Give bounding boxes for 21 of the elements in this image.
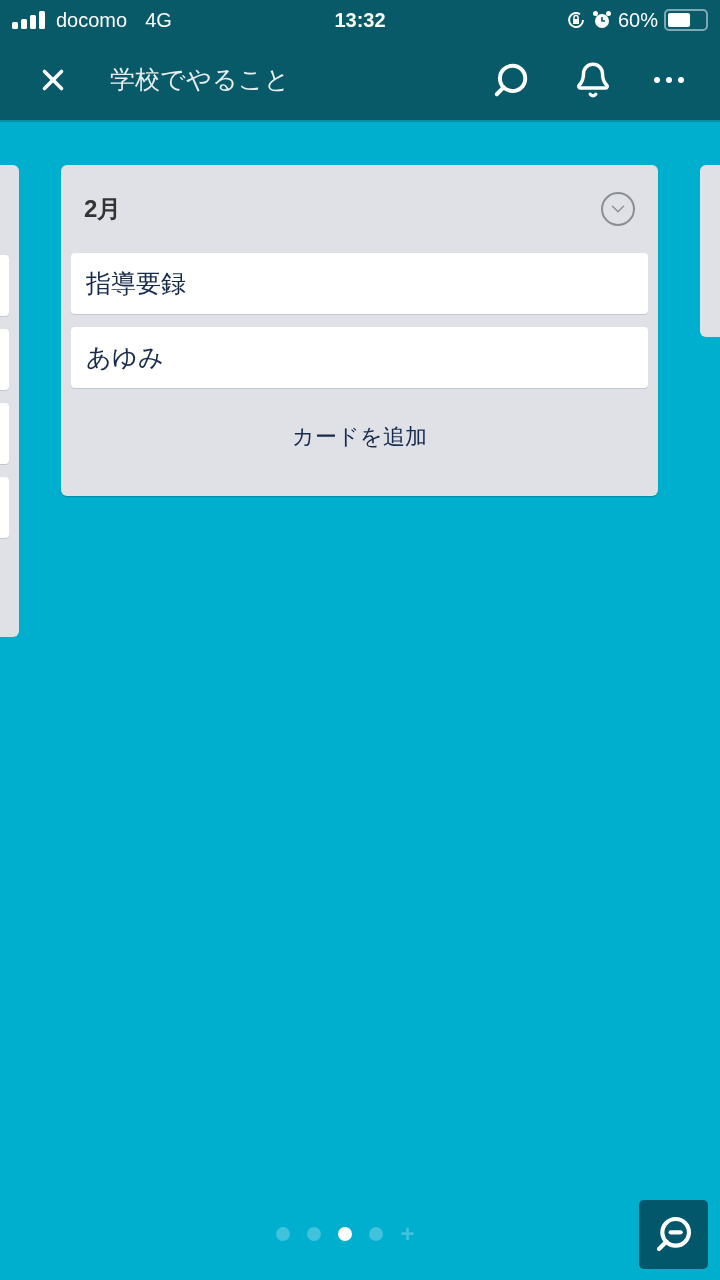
search-button[interactable]: [492, 61, 530, 99]
carrier-name: docomo: [56, 8, 128, 33]
list-card[interactable]: あゆみ: [71, 327, 648, 388]
alarm-clock-icon: [591, 10, 612, 30]
battery-icon: [664, 9, 708, 31]
more-icon: [654, 77, 684, 83]
list-menu-button[interactable]: [601, 192, 635, 226]
board-title: 学校でやること: [110, 64, 291, 96]
list-title: 2月: [84, 194, 123, 224]
clock-time: 13:32: [334, 8, 386, 33]
rotation-lock-icon: [565, 10, 586, 30]
zoom-out-button[interactable]: [639, 1199, 708, 1269]
notifications-button[interactable]: [574, 61, 612, 99]
network-type: 4G: [145, 8, 172, 33]
add-card-button[interactable]: カードを追加: [71, 388, 648, 484]
more-button[interactable]: [654, 77, 684, 83]
signal-icon: [12, 11, 46, 29]
search-icon: [492, 61, 530, 99]
battery-percentage: 60%: [617, 8, 658, 33]
list-card[interactable]: 指導要録: [71, 253, 648, 314]
bell-icon: [574, 61, 612, 99]
